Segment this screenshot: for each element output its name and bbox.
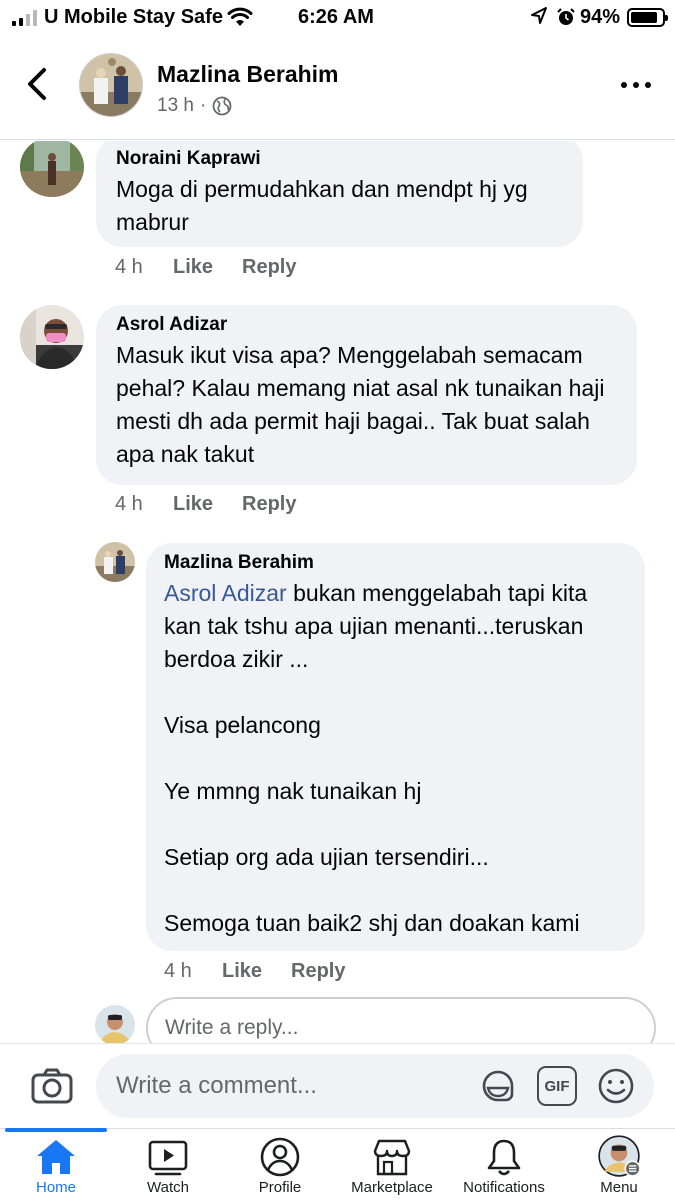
comment-text: Moga di permudahkan dan mendpt hj yg mab… [116, 176, 528, 235]
comment-time[interactable]: 4 h [115, 493, 173, 516]
comment-time[interactable]: 4 h [115, 256, 173, 279]
active-tab-indicator [5, 1128, 107, 1132]
nav-marketplace[interactable]: Marketplace [336, 1129, 448, 1200]
comment-author[interactable]: Noraini Kaprawi [116, 147, 567, 171]
post-meta: 13 h · [157, 95, 232, 117]
gif-label: GIF [544, 1077, 570, 1095]
location-icon [531, 7, 547, 24]
battery-icon [627, 8, 668, 27]
comment-composer: Write a comment... GIF [0, 1043, 675, 1128]
reply-paragraph: Ye mmng nak tunaikan hj [164, 778, 422, 804]
reply-paragraph: Visa pelancong [164, 712, 321, 738]
comment-actions: 4 h Like Reply [115, 256, 296, 279]
nav-label: Menu [600, 1179, 638, 1196]
nav-label: Notifications [463, 1179, 545, 1196]
nav-menu[interactable]: Menu [563, 1129, 675, 1200]
emoji-icon[interactable] [596, 1066, 636, 1106]
more-options-button[interactable] [621, 80, 651, 90]
comment-bubble[interactable]: Asrol Adizar Masuk ikut visa apa? Mengge… [96, 305, 637, 485]
reply-paragraph: Setiap org ada ujian tersendiri... [164, 844, 489, 870]
reply-button[interactable]: Reply [242, 256, 296, 279]
post-time: 13 h [157, 95, 194, 116]
like-button[interactable]: Like [173, 493, 242, 516]
alarm-icon [557, 8, 575, 25]
reply-actions: 4 h Like Reply [164, 960, 345, 983]
carrier-label: U Mobile Stay Safe [44, 6, 223, 28]
commenter-avatar[interactable] [20, 305, 84, 369]
reply-text: Asrol Adizar bukan menggelabah tapi kita… [164, 577, 629, 676]
comment-author[interactable]: Asrol Adizar [116, 313, 621, 337]
nav-home[interactable]: Home [0, 1128, 112, 1200]
comment-text: Masuk ikut visa apa? Menggelabah semacam… [116, 342, 605, 467]
author-name[interactable]: Mazlina Berahim [157, 61, 339, 88]
meta-separator: · [199, 95, 207, 116]
nav-label: Profile [258, 1179, 302, 1196]
nav-profile[interactable]: Profile [224, 1129, 336, 1200]
status-bar: U Mobile Stay Safe 6:26 AM 94% [0, 0, 675, 36]
post-header: Mazlina Berahim 13 h · [0, 36, 675, 140]
globe-icon [212, 96, 232, 116]
reply-button[interactable]: Reply [291, 960, 345, 983]
gif-button[interactable]: GIF [537, 1066, 577, 1106]
marketplace-icon [373, 1139, 411, 1176]
commenter-avatar[interactable] [20, 141, 84, 197]
like-button[interactable]: Like [222, 960, 291, 983]
reply-paragraph: Semoga tuan baik2 shj dan doakan kami [164, 910, 580, 936]
author-avatar[interactable] [79, 53, 143, 117]
signal-icon [12, 10, 40, 26]
current-user-avatar [95, 1005, 135, 1043]
home-icon [37, 1140, 75, 1174]
reply-input[interactable]: Write a reply... [146, 997, 656, 1043]
back-button[interactable] [22, 66, 54, 102]
profile-icon [260, 1137, 300, 1177]
nav-watch[interactable]: Watch [112, 1129, 224, 1200]
reply-author-avatar[interactable] [95, 542, 135, 582]
watch-icon [148, 1140, 188, 1176]
sticker-icon[interactable] [478, 1066, 518, 1106]
comment-bubble[interactable]: Noraini Kaprawi Moga di permudahkan dan … [96, 141, 583, 247]
like-button[interactable]: Like [173, 256, 242, 279]
clock: 6:26 AM [298, 6, 374, 28]
reply-author[interactable]: Mazlina Berahim [164, 551, 629, 575]
bottom-nav: Home Watch Profile Marketplace Notificat… [0, 1128, 675, 1200]
comment-input-placeholder: Write a comment... [116, 1072, 317, 1099]
comment-actions: 4 h Like Reply [115, 493, 296, 516]
reply-bubble[interactable]: Mazlina Berahim Asrol Adizar bukan mengg… [146, 543, 645, 951]
reply-input-placeholder: Write a reply... [165, 1016, 299, 1039]
mention-link[interactable]: Asrol Adizar [164, 580, 287, 606]
camera-icon[interactable] [30, 1066, 74, 1106]
nav-label: Watch [147, 1179, 189, 1196]
battery-percent: 94% [580, 6, 621, 28]
nav-label: Home [35, 1179, 76, 1196]
nav-notifications[interactable]: Notifications [448, 1129, 560, 1200]
reply-time[interactable]: 4 h [164, 960, 222, 983]
reply-button[interactable]: Reply [242, 493, 296, 516]
comments-list[interactable]: Noraini Kaprawi Moga di permudahkan dan … [0, 141, 675, 1043]
menu-avatar-icon [598, 1135, 641, 1177]
wifi-icon [227, 7, 253, 26]
nav-label: Marketplace [351, 1179, 433, 1196]
bell-icon [487, 1139, 521, 1176]
